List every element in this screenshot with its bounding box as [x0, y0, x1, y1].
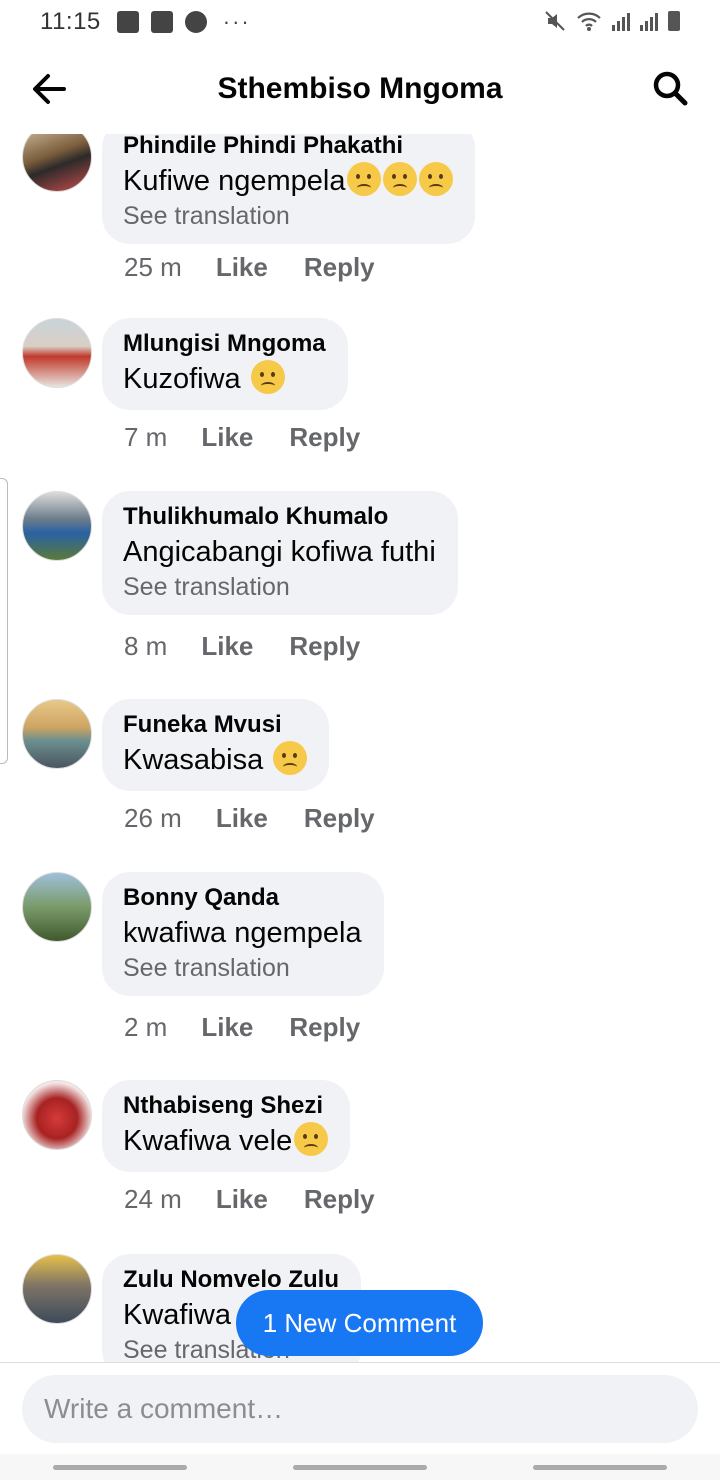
avatar[interactable] — [22, 872, 92, 942]
nav-recents-handle[interactable] — [53, 1464, 187, 1470]
facepalm-icon — [273, 741, 308, 775]
comment-author[interactable]: Phindile Phindi Phakathi — [123, 134, 453, 162]
comment-list: Phindile Phindi Phakathi Kufiwe ngempela… — [0, 134, 720, 1362]
like-button[interactable]: Like — [201, 1012, 253, 1043]
crying-face-icon — [294, 1122, 329, 1156]
reply-button[interactable]: Reply — [304, 1184, 375, 1215]
comment-author[interactable]: Nthabiseng Shezi — [123, 1090, 328, 1122]
comment-text-content: Kwafiwa vele — [123, 1125, 293, 1157]
comment-text: Kufiwe ngempela — [123, 162, 454, 200]
see-translation-link[interactable]: See translation — [123, 200, 453, 232]
comment-actions: 26 m Like Reply — [124, 803, 375, 834]
battery-icon — [668, 11, 680, 31]
comment-text: Kuzofiwa — [123, 360, 326, 398]
comment-time: 2 m — [124, 1012, 168, 1042]
comment-composer — [0, 1362, 720, 1454]
edge-panel-handle[interactable] — [0, 478, 8, 764]
comment-text-content: Kufiwe ngempela — [123, 165, 346, 197]
teary-face-icon — [250, 360, 285, 394]
avatar[interactable] — [22, 1080, 92, 1150]
comment-author[interactable]: Thulikhumalo Khumalo — [123, 501, 436, 533]
comment-text: Kwafiwa vele — [123, 1122, 329, 1160]
sad-face-icon — [419, 162, 454, 196]
comment-actions: 25 m Like Reply — [124, 252, 375, 283]
like-button[interactable]: Like — [201, 422, 253, 453]
comment-text-content: Kuzofiwa — [123, 363, 241, 395]
comment-actions: 24 m Like Reply — [124, 1184, 375, 1215]
signal-icon-2 — [640, 11, 658, 31]
comment-text: kwafiwa ngempela — [123, 917, 362, 949]
see-translation-link[interactable]: See translation — [123, 952, 362, 984]
comment-text: Angicabangi kofiwa futhi — [123, 536, 436, 568]
comment-actions: 2 m Like Reply — [124, 1012, 360, 1043]
avatar[interactable] — [22, 699, 92, 769]
status-notification-icons: ··· — [116, 9, 251, 35]
like-button[interactable]: Like — [216, 1184, 268, 1215]
new-comment-button[interactable]: 1 New Comment — [236, 1290, 483, 1356]
avatar[interactable] — [22, 318, 92, 388]
comment-bubble[interactable]: Mlungisi Mngoma Kuzofiwa — [102, 318, 348, 410]
comment-bubble[interactable]: Phindile Phindi Phakathi Kufiwe ngempela… — [102, 134, 476, 244]
wifi-icon — [577, 12, 601, 31]
avatar[interactable] — [22, 134, 92, 192]
see-translation-link[interactable]: See translation — [123, 571, 436, 603]
page-title: Sthembiso Mngoma — [217, 72, 503, 105]
comment-bubble[interactable]: Bonny Qanda kwafiwa ngempela See transla… — [102, 872, 384, 996]
comment-text-content: Kwasabisa — [123, 744, 264, 776]
status-system-icons — [544, 10, 680, 32]
signal-icon — [612, 11, 630, 31]
download-icon — [150, 11, 173, 33]
comment-text: Kwasabisa — [123, 741, 308, 779]
comment-bubble[interactable]: Thulikhumalo Khumalo Angicabangi kofiwa … — [102, 491, 458, 615]
like-button[interactable]: Like — [201, 631, 253, 662]
back-arrow-icon[interactable] — [28, 68, 70, 110]
comment-time: 26 m — [124, 803, 182, 833]
gallery-icon — [116, 11, 139, 33]
comment-input[interactable] — [22, 1375, 698, 1443]
comment-author[interactable]: Mlungisi Mngoma — [123, 328, 326, 360]
status-time: 11:15 — [40, 8, 101, 35]
sad-face-icon — [347, 162, 382, 196]
comment-time: 7 m — [124, 422, 168, 452]
comment-actions: 8 m Like Reply — [124, 631, 360, 662]
more-notifications-icon: ··· — [222, 9, 251, 34]
reply-button[interactable]: Reply — [289, 422, 360, 453]
reply-button[interactable]: Reply — [304, 252, 375, 283]
avatar[interactable] — [22, 491, 92, 561]
nav-back-handle[interactable] — [533, 1464, 667, 1470]
comment-author[interactable]: Bonny Qanda — [123, 882, 362, 914]
sad-face-icon — [383, 162, 418, 196]
comment-bubble[interactable]: Nthabiseng Shezi Kwafiwa vele — [102, 1080, 351, 1172]
like-button[interactable]: Like — [216, 803, 268, 834]
status-bar: 11:15 ··· — [0, 0, 720, 44]
nav-home-handle[interactable] — [293, 1464, 427, 1470]
like-button[interactable]: Like — [216, 252, 268, 283]
comment-actions: 7 m Like Reply — [124, 422, 360, 453]
comment-author[interactable]: Funeka Mvusi — [123, 709, 307, 741]
comment-time: 8 m — [124, 631, 168, 661]
comment-bubble[interactable]: Funeka Mvusi Kwasabisa — [102, 699, 330, 791]
reply-button[interactable]: Reply — [304, 803, 375, 834]
comment-time: 25 m — [124, 252, 182, 282]
bolt-icon — [184, 11, 207, 33]
system-nav-bar — [0, 1454, 720, 1480]
comment-time: 24 m — [124, 1184, 182, 1214]
reply-button[interactable]: Reply — [289, 631, 360, 662]
mute-icon — [545, 11, 565, 31]
reply-button[interactable]: Reply — [289, 1012, 360, 1043]
app-header: Sthembiso Mngoma — [0, 44, 720, 134]
search-icon[interactable] — [650, 68, 690, 108]
avatar[interactable] — [22, 1254, 92, 1324]
